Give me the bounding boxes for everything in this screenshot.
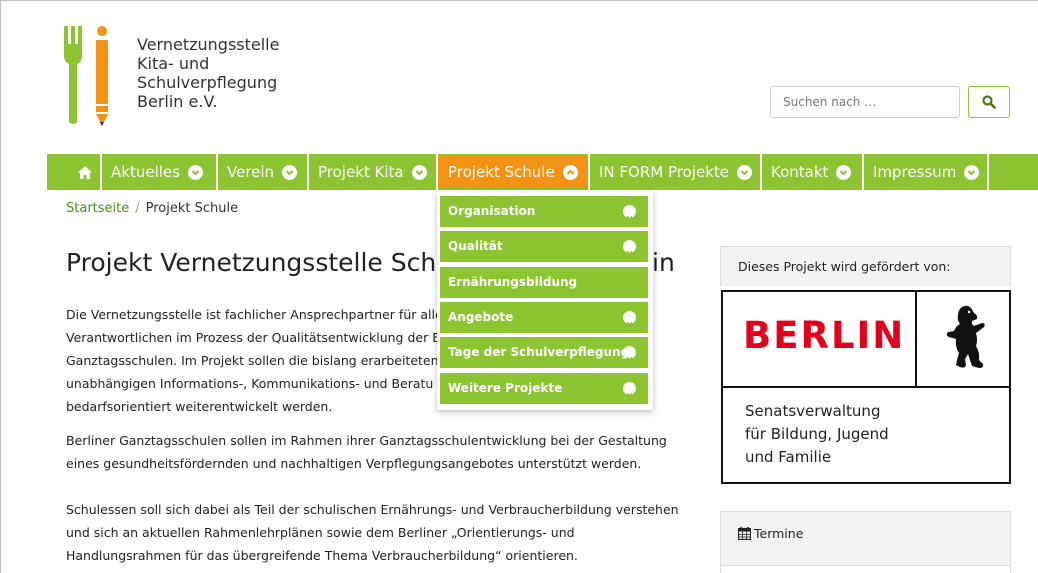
nav-label: IN FORM Projekte — [599, 163, 729, 181]
dropdown-item-qualitaet[interactable]: Qualität — [440, 231, 648, 262]
dropdown-item-label: Weitere Projekte — [448, 381, 563, 395]
paragraph-line: unabhängigen Informations-, Kommunikatio… — [66, 376, 434, 391]
chevron-down-icon — [736, 164, 752, 180]
calendar-icon — [738, 527, 751, 540]
chevron-down-icon — [411, 164, 427, 180]
nav-item-impressum[interactable]: Impressum — [864, 156, 987, 188]
nav-item-verein[interactable]: Verein — [218, 156, 307, 188]
paragraph-line: bedarfsorientiert weiterentwickelt werde… — [66, 399, 333, 414]
dropdown-item-label: Ernährungsbildung — [448, 275, 578, 289]
chevron-down-icon — [623, 346, 636, 362]
home-icon — [78, 165, 92, 179]
paragraph-line: und sich an aktuellen Rahmenlehrplänen s… — [66, 525, 575, 540]
breadcrumb: Startseite / Projekt Schule — [66, 201, 238, 216]
paragraph-line: eines gesundheitsfördernden und nachhalt… — [66, 456, 642, 471]
nav-home[interactable] — [67, 156, 100, 188]
chevron-down-icon — [623, 205, 636, 221]
dropdown-item-angebote[interactable]: Angebote — [440, 302, 648, 333]
nav-divider — [987, 154, 989, 190]
dropdown-item-label: Angebote — [448, 310, 514, 324]
termine-body — [721, 565, 1010, 573]
senat-name: Senatsverwaltung für Bildung, Jugend und… — [745, 400, 889, 469]
senat-line: Senatsverwaltung — [745, 402, 881, 420]
dropdown-item-ernaehrungsbildung[interactable]: Ernährungsbildung — [440, 267, 648, 298]
senat-line: für Bildung, Jugend — [745, 425, 889, 443]
window-border-top — [0, 0, 1038, 1]
pencil-icon — [96, 26, 108, 126]
projekt-schule-dropdown: Organisation Qualität Ernährungsbildung … — [437, 192, 653, 410]
logo-line: Vernetzungsstelle — [137, 35, 280, 54]
chevron-down-icon — [623, 240, 636, 256]
paragraph-line: Schulessen soll sich dabei als Teil der … — [66, 502, 679, 517]
window-border-left — [0, 0, 1, 573]
funding-heading-text: Dieses Projekt wird gefördert von: — [738, 259, 951, 274]
chevron-down-icon — [623, 311, 636, 327]
nav-label: Projekt Schule — [448, 163, 555, 181]
chevron-down-icon — [187, 164, 203, 180]
nav-label: Impressum — [873, 163, 957, 181]
search-icon — [982, 95, 996, 109]
nav-item-aktuelles[interactable]: Aktuelles — [102, 156, 216, 188]
search-input[interactable] — [770, 86, 960, 118]
chevron-down-icon — [282, 164, 298, 180]
nav-item-kontakt[interactable]: Kontakt — [762, 156, 862, 188]
support-paragraph: Berliner Ganztagsschulen sollen im Rahme… — [66, 429, 667, 475]
paragraph-line: Die Vernetzungsstelle ist fachlicher Ans… — [66, 307, 443, 322]
breadcrumb-home-link[interactable]: Startseite — [66, 201, 129, 216]
chevron-down-icon — [964, 164, 980, 180]
dropdown-item-label: Organisation — [448, 204, 536, 218]
fork-icon — [64, 26, 82, 124]
funding-heading: Dieses Projekt wird gefördert von: — [720, 246, 1011, 286]
search-button[interactable] — [968, 86, 1010, 118]
nav-label: Aktuelles — [111, 163, 180, 181]
intro-paragraph: Die Vernetzungsstelle ist fachlicher Ans… — [66, 303, 443, 418]
chevron-down-icon — [623, 382, 636, 398]
berlin-bear-icon — [946, 305, 985, 368]
nav-label: Kontakt — [771, 163, 829, 181]
paragraph-line: Handlungsrahmen für das übergreifende Th… — [66, 548, 578, 563]
logo-line: Kita- und — [137, 54, 210, 73]
page-title-end: in — [652, 248, 675, 277]
paragraph-line: Berliner Ganztagsschulen sollen im Rahme… — [66, 433, 667, 448]
breadcrumb-current: Projekt Schule — [145, 201, 239, 216]
nav-item-in-form-projekte[interactable]: IN FORM Projekte — [590, 156, 760, 188]
logo-divider — [723, 386, 1009, 388]
education-paragraph: Schulessen soll sich dabei als Teil der … — [66, 498, 679, 567]
page-title: Projekt Vernetzungsstelle Schu — [66, 248, 452, 277]
berlin-sponsor-logo[interactable]: BERLIN Senatsverwaltung für Bildung, Jug… — [721, 290, 1011, 484]
chevron-up-icon — [562, 164, 578, 180]
nav-item-projekt-kita[interactable]: Projekt Kita — [309, 156, 436, 188]
termine-heading: Termine — [738, 526, 803, 541]
berlin-wordmark: BERLIN — [743, 314, 906, 357]
paragraph-line: Ganztagsschulen. Im Projekt sollen die b… — [66, 353, 439, 368]
nav-label: Verein — [227, 163, 275, 181]
page-title-text: Projekt Vernetzungsstelle Schu — [66, 248, 453, 277]
dropdown-item-organisation[interactable]: Organisation — [440, 196, 648, 227]
chevron-down-icon — [836, 164, 852, 180]
logo-line: Schulverpflegung — [137, 73, 278, 92]
dropdown-item-weitere-projekte[interactable]: Weitere Projekte — [440, 373, 648, 404]
nav-item-projekt-schule[interactable]: Projekt Schule — [438, 156, 588, 188]
termine-heading-text: Termine — [754, 526, 804, 541]
dropdown-item-tage-der-schulverpflegung[interactable]: Tage der Schulverpflegung — [440, 337, 648, 368]
dropdown-item-label: Qualität — [448, 239, 503, 253]
paragraph-line: Verantwortlichen im Prozess der Qualität… — [66, 330, 441, 345]
breadcrumb-separator: / — [135, 201, 140, 216]
nav-label: Projekt Kita — [318, 163, 404, 181]
logo-divider — [915, 292, 917, 386]
termine-panel: Termine — [720, 511, 1011, 573]
logo-line: Berlin e.V. — [137, 92, 218, 111]
site-logo[interactable]: Vernetzungsstelle Kita- und Schulverpfle… — [62, 26, 292, 136]
dropdown-item-label: Tage der Schulverpflegung — [448, 345, 630, 359]
senat-line: und Familie — [745, 448, 832, 466]
logo-text: Vernetzungsstelle Kita- und Schulverpfle… — [137, 35, 279, 111]
